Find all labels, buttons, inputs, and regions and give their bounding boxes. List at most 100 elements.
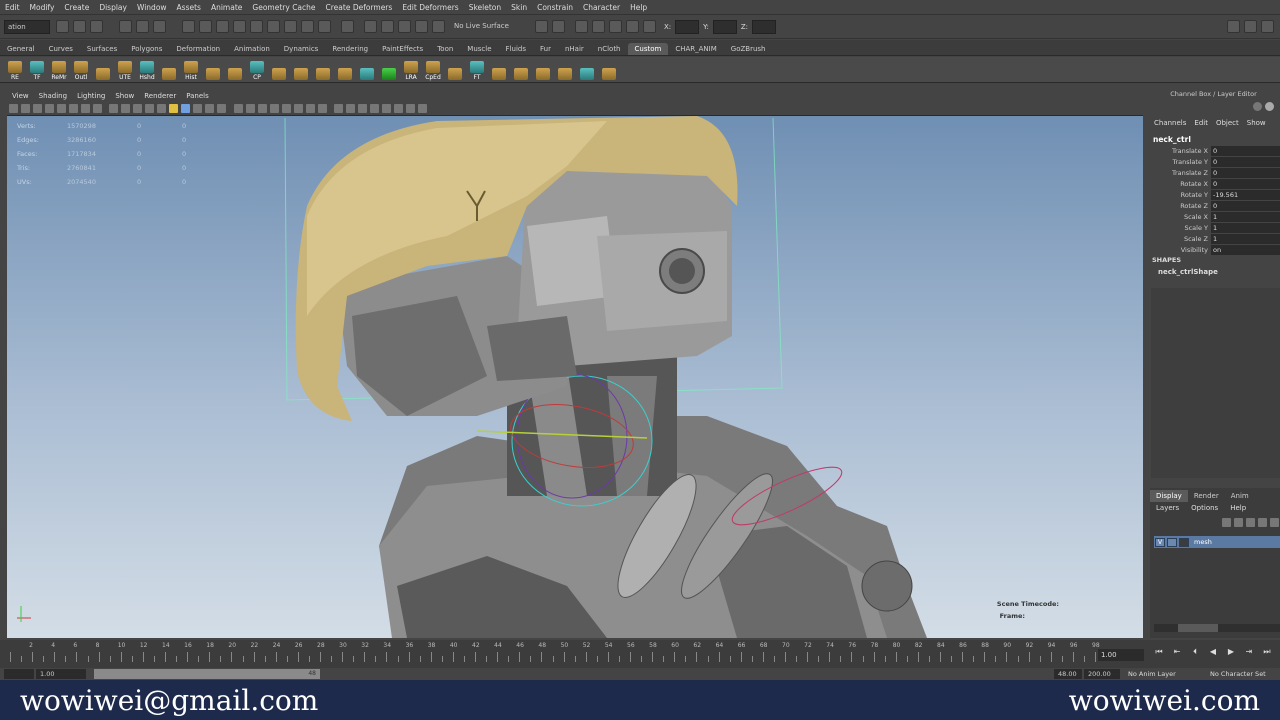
range-end-field[interactable]: 48.00 [1054,669,1082,679]
viewport-tool-icon[interactable] [32,103,42,113]
menu-display[interactable]: Display [94,3,132,12]
construction-history-icon[interactable] [575,20,588,33]
shelf-tab-fur[interactable]: Fur [533,43,558,55]
channel-box-menu-channels[interactable]: Channels [1150,119,1190,127]
output-ops-icon[interactable] [552,20,565,33]
attr-value-field[interactable]: on [1211,244,1280,255]
shelf-tab-nhair[interactable]: nHair [558,43,591,55]
shelf-tab-toon[interactable]: Toon [430,43,460,55]
shelf-button[interactable] [357,59,377,81]
range-start-field[interactable]: 1.00 [36,669,86,679]
channel-box-menu-edit[interactable]: Edit [1190,119,1212,127]
ipr-render-icon[interactable] [626,20,639,33]
shelf-button[interactable] [599,59,619,81]
shelf-button[interactable] [313,59,333,81]
menu-character[interactable]: Character [578,3,625,12]
attr-row-translate-x[interactable]: Translate X0 [1147,145,1280,156]
attr-row-scale-x[interactable]: Scale X1 [1147,211,1280,222]
channel-box-toggle-icon[interactable] [1253,102,1262,111]
shelf-button[interactable] [555,59,575,81]
select-rendering-icon[interactable] [301,20,314,33]
shelf-tab-general[interactable]: General [0,43,42,55]
viewport-tool-icon[interactable] [217,103,226,113]
viewport-tool-icon[interactable] [346,103,355,113]
layer-color-swatch[interactable] [1179,537,1189,547]
select-surfaces-icon[interactable] [250,20,263,33]
attr-value-field[interactable]: -19.561 [1211,189,1280,200]
menu-constrain[interactable]: Constrain [532,3,578,12]
layer-menu-layers[interactable]: Layers [1150,504,1185,512]
shelf-button-remr[interactable]: ReMr [49,59,69,81]
attr-value-field[interactable]: 0 [1211,167,1280,178]
shelf-button[interactable] [159,59,179,81]
layer-display-type-toggle[interactable] [1167,537,1177,547]
viewport-tool-icon[interactable] [20,103,30,113]
viewport-tool-icon[interactable] [157,103,166,113]
shelf-tab-custom[interactable]: Custom [627,43,669,55]
attr-row-translate-y[interactable]: Translate Y0 [1147,156,1280,167]
menu-edit-deformers[interactable]: Edit Deformers [397,3,463,12]
toggle-channel-box-icon[interactable] [1261,20,1274,33]
shelf-tab-curves[interactable]: Curves [42,43,80,55]
shelf-tab-animation[interactable]: Animation [227,43,277,55]
attr-value-field[interactable]: 0 [1211,156,1280,167]
shelf-button-lra[interactable]: LRA [401,59,421,81]
play-forwards-icon[interactable]: ▶ [1225,646,1237,658]
layer-menu-options[interactable]: Options [1185,504,1224,512]
viewport-menu-show[interactable]: Show [110,92,139,100]
shelf-button-tf[interactable]: TF [27,59,47,81]
shelf-button[interactable] [225,59,245,81]
z-field[interactable] [752,19,777,34]
menu-skeleton[interactable]: Skeleton [464,3,506,12]
viewport-menu-panels[interactable]: Panels [181,92,214,100]
viewport-3d[interactable]: Verts: 1570298 0 0 Edges: 3286160 0 0 Faces: 1717… [7,116,1143,638]
viewport-tool-icon[interactable] [8,103,18,113]
lock-selection-icon[interactable] [341,20,354,33]
viewport-tool-icon[interactable] [370,103,379,113]
layer-down-icon[interactable] [1233,518,1243,527]
new-empty-layer-icon[interactable] [1245,518,1255,527]
viewport-menu-lighting[interactable]: Lighting [72,92,110,100]
select-curves-icon[interactable] [233,20,246,33]
render-view-icon[interactable] [592,20,605,33]
attr-value-field[interactable]: 1 [1211,222,1280,233]
step-forward-key-icon[interactable]: ⇥ [1243,646,1255,658]
select-handles-icon[interactable] [199,20,212,33]
select-dynamics-icon[interactable] [284,20,297,33]
shelf-button[interactable] [577,59,597,81]
make-live-icon[interactable] [432,20,445,33]
viewport-tool-icon[interactable] [257,103,267,113]
shelf-button-cp[interactable]: CP [247,59,267,81]
attr-row-rotate-x[interactable]: Rotate X0 [1147,178,1280,189]
attr-value-field[interactable]: 1 [1211,233,1280,244]
shelf-tab-ncloth[interactable]: nCloth [591,43,628,55]
shelf-button[interactable] [269,59,289,81]
viewport-tool-icon[interactable] [80,103,90,113]
render-frame-icon[interactable] [609,20,622,33]
shelf-button-ute[interactable]: UTE [115,59,135,81]
attr-value-field[interactable]: 0 [1211,200,1280,211]
shelf-button[interactable] [379,59,399,81]
select-hierarchy-icon[interactable] [119,20,132,33]
viewport-tool-icon[interactable] [334,103,343,113]
go-to-end-icon[interactable]: ⏭ [1261,646,1273,658]
menu-create-deformers[interactable]: Create Deformers [321,3,398,12]
character-set-selector[interactable]: No Character Set [1206,669,1280,679]
anim-end-field[interactable]: 200.00 [1084,669,1120,679]
shelf-button-hist[interactable]: Hist [181,59,201,81]
viewport-tool-icon[interactable] [92,103,102,113]
shelf-tab-gozbrush[interactable]: GoZBrush [724,43,773,55]
snap-curve-icon[interactable] [381,20,394,33]
anim-layer-selector[interactable]: No Anim Layer [1124,669,1186,679]
viewport-tool-icon[interactable] [418,103,427,113]
snap-point-icon[interactable] [398,20,411,33]
current-frame-field[interactable]: 1.00 [1098,649,1144,661]
shelf-button[interactable] [335,59,355,81]
viewport-tool-icon[interactable] [358,103,367,113]
attr-row-visibility[interactable]: Visibility on [1147,244,1280,255]
snap-grid-icon[interactable] [364,20,377,33]
menu-window[interactable]: Window [132,3,172,12]
viewport-tool-icon[interactable] [406,103,415,113]
shelf-button[interactable] [511,59,531,81]
viewport-menu-shading[interactable]: Shading [34,92,72,100]
